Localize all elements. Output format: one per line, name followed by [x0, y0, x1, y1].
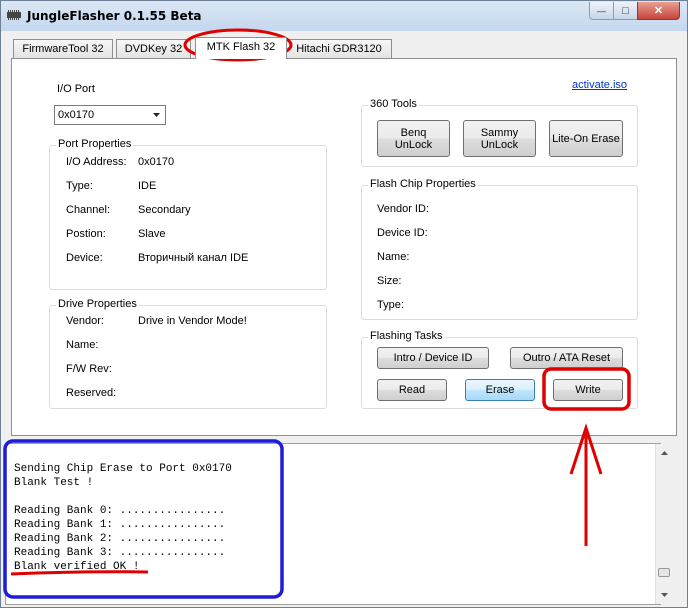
tab-dvdkey[interactable]: DVDKey 32: [116, 39, 191, 58]
port-device-value: Вторичный канал IDE: [138, 252, 249, 264]
log-output[interactable]: Sending Chip Erase to Port 0x0170 Blank …: [5, 443, 661, 605]
maximize-icon: □: [622, 4, 629, 17]
close-icon: ✕: [653, 5, 664, 17]
app-icon: [7, 10, 21, 20]
activate-iso-link[interactable]: activate.iso: [572, 79, 627, 91]
maximize-button[interactable]: □: [613, 2, 638, 20]
port-properties-group: Port Properties I/O Address: 0x0170 Type…: [49, 138, 327, 290]
title-bar[interactable]: JungleFlasher 0.1.55 Beta — □ ✕: [1, 1, 687, 31]
chevron-down-icon[interactable]: [148, 106, 165, 124]
log-scrollbar[interactable]: [655, 444, 673, 604]
flashing-tasks-group: Flashing Tasks Intro / Device ID Outro /…: [361, 330, 638, 409]
io-port-label: I/O Port: [57, 83, 95, 95]
drive-name-key: Name:: [66, 339, 99, 351]
minimize-button[interactable]: —: [589, 2, 614, 20]
read-button[interactable]: Read: [377, 379, 447, 401]
drive-fw-rev-key: F/W Rev:: [66, 363, 112, 375]
port-io-address-value: 0x0170: [138, 156, 175, 168]
chip-type-key: Type:: [377, 299, 404, 311]
flash-chip-legend: Flash Chip Properties: [368, 178, 478, 190]
outro-ata-reset-button[interactable]: Outro / ATA Reset: [510, 347, 623, 369]
chip-name-key: Name:: [377, 251, 410, 263]
drive-properties-group: Drive Properties Vendor: Drive in Vendor…: [49, 298, 327, 409]
port-type-value: IDE: [138, 180, 157, 192]
drive-properties-legend: Drive Properties: [56, 298, 139, 310]
intro-device-id-button[interactable]: Intro / Device ID: [377, 347, 489, 369]
io-port-select[interactable]: 0x0170: [54, 105, 166, 125]
port-io-address-key: I/O Address:: [66, 156, 127, 168]
tools-360-legend: 360 Tools: [368, 98, 419, 110]
port-device-key: Device:: [66, 252, 103, 264]
window-title: JungleFlasher 0.1.55 Beta: [27, 9, 202, 23]
io-port-value: 0x0170: [58, 109, 95, 121]
minimize-icon: —: [597, 5, 606, 16]
flash-chip-group: Flash Chip Properties Vendor ID: Device …: [361, 178, 638, 320]
benq-unlock-button[interactable]: Benq UnLock: [377, 120, 450, 157]
drive-vendor-key: Vendor:: [66, 315, 104, 327]
sammy-unlock-button[interactable]: Sammy UnLock: [463, 120, 536, 157]
liteon-erase-button[interactable]: Lite-On Erase: [549, 120, 623, 157]
erase-button[interactable]: Erase: [465, 379, 535, 401]
scroll-down-icon[interactable]: [656, 588, 673, 602]
port-type-key: Type:: [66, 180, 93, 192]
write-button[interactable]: Write: [553, 379, 623, 401]
tab-firmwaretool[interactable]: FirmwareTool 32: [13, 39, 113, 58]
port-channel-value: Secondary: [138, 204, 191, 216]
tab-hitachi[interactable]: Hitachi GDR3120: [286, 39, 392, 58]
drive-vendor-value: Drive in Vendor Mode!: [138, 315, 247, 327]
flashing-tasks-legend: Flashing Tasks: [368, 330, 445, 342]
chip-device-id-key: Device ID:: [377, 227, 428, 239]
port-channel-key: Channel:: [66, 204, 111, 216]
drive-reserved-key: Reserved:: [66, 387, 117, 399]
close-button[interactable]: ✕: [637, 2, 680, 20]
port-position-key: Postion:: [66, 228, 106, 240]
chip-size-key: Size:: [377, 275, 402, 287]
tools-360-group: 360 Tools Benq UnLock Sammy UnLock Lite-…: [361, 98, 638, 167]
chip-vendor-id-key: Vendor ID:: [377, 203, 429, 215]
tab-mtk-flash[interactable]: MTK Flash 32: [195, 37, 287, 59]
scroll-up-icon[interactable]: [656, 446, 673, 460]
log-text: Sending Chip Erase to Port 0x0170 Blank …: [14, 463, 232, 573]
scroll-thumb[interactable]: [658, 568, 670, 577]
port-properties-legend: Port Properties: [56, 138, 134, 150]
app-window: JungleFlasher 0.1.55 Beta — □ ✕ Firmware…: [0, 0, 688, 608]
port-position-value: Slave: [138, 228, 166, 240]
